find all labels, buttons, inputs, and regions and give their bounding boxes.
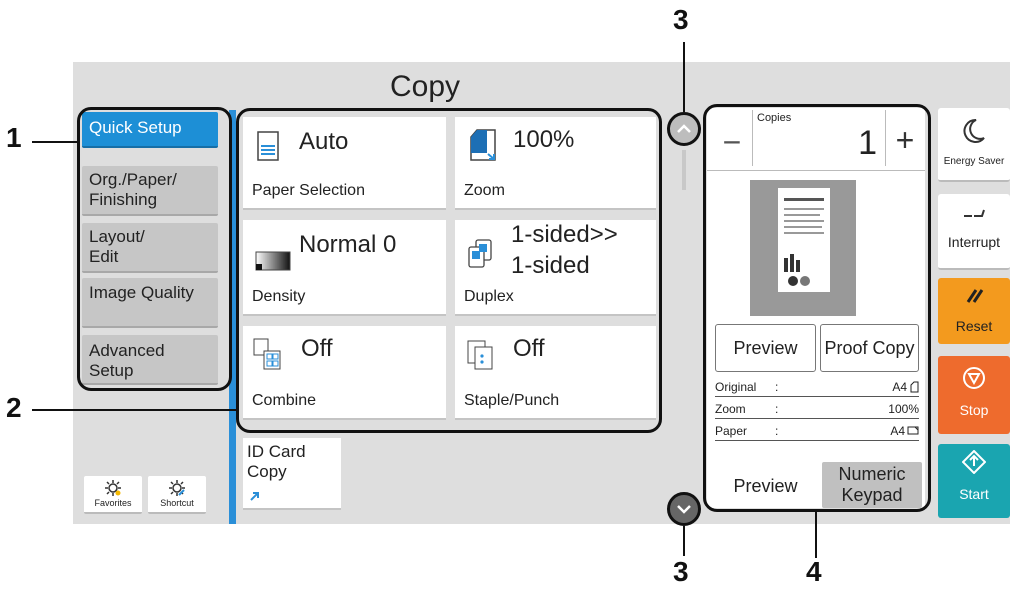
callout-number-3-top: 3 <box>673 4 689 35</box>
reset-button[interactable]: Reset <box>938 278 1010 344</box>
callout-line-3-bottom <box>683 526 685 556</box>
scroll-up-button[interactable] <box>667 112 701 146</box>
callout-ring-2 <box>236 108 662 433</box>
id-card-copy-button[interactable]: ID Card Copy <box>243 438 341 510</box>
callout-ring-1 <box>77 107 232 391</box>
page-title: Copy <box>389 70 461 103</box>
callout-line-4 <box>815 512 817 558</box>
shortcut-label: Shortcut <box>160 498 194 508</box>
scroll-down-button[interactable] <box>667 492 701 526</box>
start-button[interactable]: Start <box>938 444 1010 518</box>
reset-icon <box>966 289 984 303</box>
interrupt-button[interactable]: Interrupt <box>938 194 1010 270</box>
id-card-label-2: Copy <box>247 462 287 481</box>
shortcut-button[interactable]: Shortcut <box>148 476 206 514</box>
callout-line-2 <box>32 409 238 411</box>
callout-number-4: 4 <box>806 556 822 587</box>
shortcut-icon <box>169 480 185 496</box>
stop-icon <box>963 367 985 389</box>
chevron-up-icon <box>677 124 691 133</box>
favorites-button[interactable]: Favorites <box>84 476 142 514</box>
start-label: Start <box>959 486 989 502</box>
shortcut-arrow-icon <box>250 492 259 501</box>
energy-saver-button[interactable]: Energy Saver <box>938 108 1010 182</box>
stop-label: Stop <box>959 402 989 418</box>
callout-line-3-top <box>683 42 685 112</box>
callout-ring-4 <box>703 104 931 512</box>
chevron-down-icon <box>677 505 691 514</box>
scroll-track[interactable] <box>682 150 686 190</box>
favorites-icon <box>105 480 121 496</box>
favorites-label: Favorites <box>94 498 132 508</box>
callout-number-2: 2 <box>6 392 22 423</box>
stop-button[interactable]: Stop <box>938 356 1010 434</box>
reset-label: Reset <box>955 318 993 334</box>
callout-line-1 <box>32 141 79 143</box>
id-card-label-1: ID Card <box>247 442 306 461</box>
callout-number-3-bottom: 3 <box>673 556 689 587</box>
energy-saver-label: Energy Saver <box>943 156 1005 167</box>
interrupt-label: Interrupt <box>947 234 1001 250</box>
start-icon <box>962 450 986 474</box>
moon-icon <box>963 118 985 143</box>
interrupt-icon <box>964 209 985 217</box>
callout-number-1: 1 <box>6 122 22 153</box>
